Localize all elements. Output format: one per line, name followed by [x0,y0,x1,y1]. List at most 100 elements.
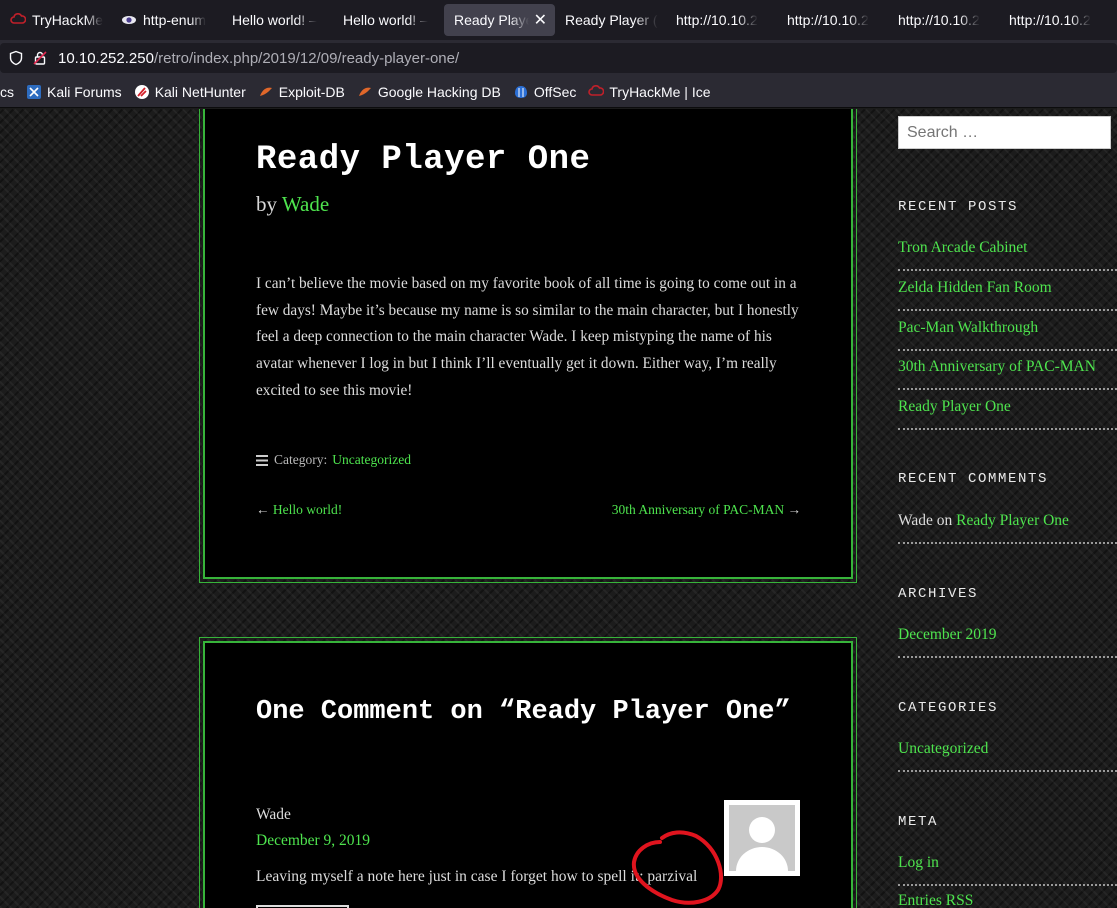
bookmark-offsec[interactable]: OffSec [513,83,577,100]
post-body: I can’t believe the movie based on my fa… [256,275,799,399]
ghdb-icon [357,84,373,100]
divider [898,656,1117,658]
url-path: /retro/index.php/2019/12/09/ready-player… [153,49,460,67]
tab-label: http://10.10.2 [1009,12,1091,28]
search-input[interactable] [898,116,1111,149]
default-avatar-icon [729,805,795,871]
next-post-label: 30th Anniversary of PAC-MAN [611,502,785,517]
tryhackme-icon [588,84,605,100]
bookmark-label: Kali NetHunter [154,83,246,100]
avatar [724,800,800,876]
page-content: Ready Player One by Wade I can’t believe… [0,109,1117,908]
post-title: Ready Player One [256,141,591,179]
tryhackme-icon [10,12,26,28]
archives-title: ARCHIVES [898,586,979,602]
tab-http-enum[interactable]: http-enum [111,4,222,36]
recent-post-link[interactable]: Zelda Hidden Fan Room [898,279,1117,297]
bookmark-label: TryHackMe | Ice [609,83,711,100]
tab-label: http://10.10.2 [898,12,980,28]
login-link[interactable]: Log in [898,854,1117,872]
left-arrow-icon: ← [256,502,270,517]
exploit-db-icon [258,84,274,100]
category-link[interactable]: Uncategorized [332,452,411,468]
tab-ip-4[interactable]: http://10.10.2 [999,4,1110,36]
bookmark-label: Exploit-DB [278,83,345,100]
address-bar[interactable]: 10.10.252.250/retro/index.php/2019/12/09… [0,43,1117,73]
tab-ip-3[interactable]: http://10.10.2 [888,4,999,36]
recent-comments-title: RECENT COMMENTS [898,471,1049,487]
next-post-link[interactable]: 30th Anniversary of PAC-MAN → [612,502,801,518]
divider [898,309,1117,311]
byline-prefix: by [256,192,277,216]
divider [898,269,1117,271]
eye-icon [121,12,137,28]
insecure-lock-icon[interactable] [32,50,48,66]
tab-ready-player-2[interactable]: Ready Player ( [555,4,666,36]
tab-bar: TryHackMe http-enum Hello world! – Hello… [0,0,1117,40]
divider [898,428,1117,430]
comment-date-link[interactable]: December 9, 2019 [256,832,370,850]
bookmark-docs[interactable]: cs [0,84,14,100]
tab-label: Hello world! – [232,12,317,28]
divider [898,388,1117,390]
tab-hello-world-1[interactable]: Hello world! – [222,4,333,36]
post-category: Category: Uncategorized [256,452,411,468]
recent-post-link[interactable]: Pac-Man Walkthrough [898,319,1117,337]
recent-post-link[interactable]: Tron Arcade Cabinet [898,239,1117,257]
bookmark-kali-nethunter[interactable]: Kali NetHunter [134,84,246,100]
comment-author: Wade [256,806,291,823]
tab-hello-world-2[interactable]: Hello world! – [333,4,444,36]
tab-ready-player-active[interactable]: Ready Player ✕ [444,4,555,36]
tab-label: Hello world! – [343,12,428,28]
tab-label: TryHackMe [32,12,104,28]
bookmarks-toolbar: cs Kali Forums Kali NetHunter Exploit-DB… [0,76,1117,108]
tab-ip-2[interactable]: http://10.10.2 [777,4,888,36]
bookmark-tryhackme-ice[interactable]: TryHackMe | Ice [588,83,711,100]
categories-title: CATEGORIES [898,700,999,716]
bookmark-label: OffSec [533,83,577,100]
red-annotation-circle [631,830,723,905]
divider [898,884,1117,886]
archive-link[interactable]: December 2019 [898,626,1117,644]
tab-label: http-enum [143,12,207,28]
meta-title: META [898,814,939,830]
kali-forums-icon [26,84,42,100]
tab-tryhackme[interactable]: TryHackMe [0,4,111,36]
bookmark-label: Kali Forums [47,83,122,100]
entries-rss-link[interactable]: Entries RSS [898,892,1117,908]
recent-comment-post-link[interactable]: Ready Player One [956,512,1069,529]
bookmark-kali-forums[interactable]: Kali Forums [26,84,122,100]
close-tab-icon[interactable]: ✕ [534,10,547,30]
tab-label: http://10.10.2 [787,12,869,28]
tab-label: Ready Player ( [565,12,658,28]
kali-nethunter-icon [134,84,150,100]
shield-icon[interactable] [8,50,24,66]
bookmark-label: cs [0,83,14,100]
bookmark-label: Google Hacking DB [377,83,501,100]
recent-posts-title: RECENT POSTS [898,199,1019,215]
url-host: 10.10.252.250 [58,49,154,67]
navigation-toolbar: 10.10.252.250/retro/index.php/2019/12/09… [0,40,1117,76]
recent-comment-on: on [936,512,953,529]
recent-post-link[interactable]: Ready Player One [898,398,1117,416]
category-widget-link[interactable]: Uncategorized [898,740,1117,758]
offsec-icon [513,84,529,100]
tab-label: Ready Player [454,12,529,28]
previous-post-link[interactable]: ← Hello world! [256,502,342,518]
post-byline: by Wade [256,192,329,217]
recent-comment-author: Wade [898,512,933,529]
category-menu-icon [256,454,268,466]
category-label: Category: [274,452,328,467]
post-article: Ready Player One by Wade I can’t believe… [199,109,857,583]
recent-comment-item: Wade on Ready Player One [898,512,1117,530]
previous-post-label: Hello world! [272,502,343,517]
comments-title: One Comment on “Ready Player One” [256,697,791,727]
post-author-link[interactable]: Wade [282,192,329,216]
right-arrow-icon: → [787,502,802,517]
bookmark-exploit-db[interactable]: Exploit-DB [258,84,345,100]
tab-ip-1[interactable]: http://10.10.2 [666,4,777,36]
bookmark-ghdb[interactable]: Google Hacking DB [357,84,501,100]
recent-post-link[interactable]: 30th Anniversary of PAC-MAN [898,358,1117,376]
url-text: 10.10.252.250/retro/index.php/2019/12/09… [58,50,459,67]
divider [898,542,1117,544]
